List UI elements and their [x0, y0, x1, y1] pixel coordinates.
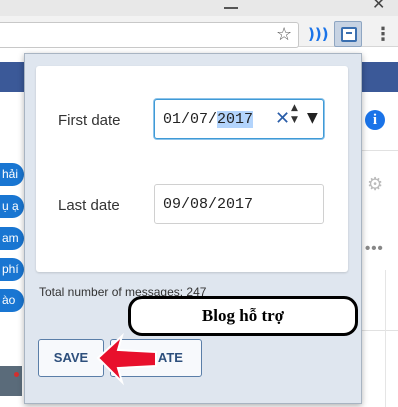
annotation-arrow	[96, 332, 157, 386]
arrow-shape	[96, 332, 157, 386]
